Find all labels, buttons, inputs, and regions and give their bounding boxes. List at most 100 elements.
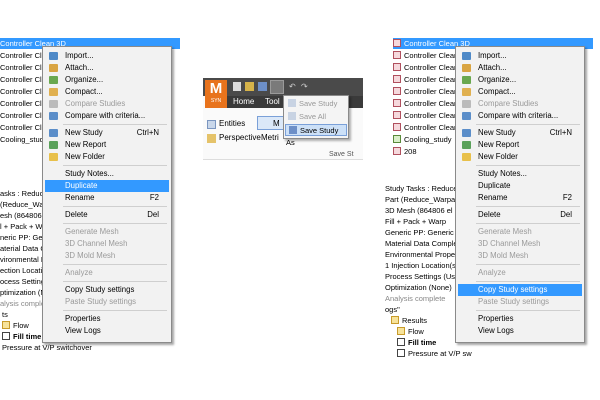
menu-item-analyze[interactable]: Analyze bbox=[458, 267, 582, 279]
menu-item-new-folder[interactable]: New Folder bbox=[458, 151, 582, 163]
menu-separator bbox=[63, 264, 167, 265]
task-row[interactable]: ts bbox=[2, 309, 8, 320]
left-context-menu: Import... Attach... Organize... Compact... C… bbox=[42, 46, 172, 343]
checkbox-icon[interactable] bbox=[397, 349, 405, 357]
save-menu-item[interactable]: Save Study bbox=[285, 98, 347, 110]
menu-separator bbox=[476, 165, 580, 166]
menu-item-import[interactable]: Import... bbox=[458, 50, 582, 62]
menu-item-organize[interactable]: Organize... bbox=[458, 74, 582, 86]
menu-item-delete[interactable]: Delete Del bbox=[458, 209, 582, 221]
menu-item-import[interactable]: Import... bbox=[45, 50, 169, 62]
task-row[interactable]: Pressure at V/P sw bbox=[397, 348, 472, 358]
task-row[interactable]: Environmental Prope bbox=[385, 249, 455, 260]
open-icon[interactable] bbox=[245, 82, 254, 91]
menu-item-new-folder[interactable]: New Folder bbox=[45, 151, 169, 163]
save-dropdown-button[interactable] bbox=[270, 80, 284, 94]
task-row-label: Fill time bbox=[408, 338, 437, 347]
task-row[interactable]: Optimization (None) bbox=[385, 282, 452, 293]
menu-item-new-report[interactable]: New Report bbox=[45, 139, 169, 151]
task-row[interactable]: Fill + Pack + Warp bbox=[385, 216, 446, 227]
save-menu-item[interactable]: Save All Studies bbox=[285, 111, 347, 133]
task-row[interactable]: 3D Mesh (864806 el bbox=[385, 205, 453, 216]
task-row[interactable]: Results bbox=[391, 315, 427, 326]
task-row[interactable]: ogs" bbox=[385, 304, 400, 315]
new-icon[interactable] bbox=[233, 82, 241, 91]
entities-label[interactable]: Entities bbox=[219, 119, 245, 128]
menu-item-new-report[interactable]: New Report bbox=[458, 139, 582, 151]
save-icon[interactable] bbox=[258, 82, 267, 91]
menu-item-generate-mesh[interactable]: Generate Mesh bbox=[458, 226, 582, 238]
menu-item-delete[interactable]: Delete Del bbox=[45, 209, 169, 221]
task-row[interactable]: Pressure at V/P switchover bbox=[2, 342, 92, 353]
menu-item-compact[interactable]: Compact... bbox=[458, 86, 582, 98]
task-row[interactable]: esh (864806 e bbox=[0, 210, 48, 221]
perspective-icon[interactable] bbox=[207, 134, 216, 143]
perspective-label[interactable]: Perspective bbox=[219, 133, 261, 142]
task-row-label: Environmental Prope bbox=[385, 250, 456, 259]
menu-item-view-logs[interactable]: View Logs bbox=[458, 325, 582, 337]
menu-item-study-notes[interactable]: Study Notes... bbox=[45, 168, 169, 180]
menu-item-rename[interactable]: Rename F2 bbox=[45, 192, 169, 204]
measure-button[interactable] bbox=[257, 116, 285, 130]
menu-item-generate-mesh[interactable]: Generate Mesh bbox=[45, 226, 169, 238]
menu-item-label: Rename bbox=[65, 193, 95, 202]
menu-item-attach[interactable]: Attach... bbox=[45, 62, 169, 74]
menu-item-view-logs[interactable]: View Logs bbox=[45, 325, 169, 337]
task-row[interactable]: Flow bbox=[2, 320, 29, 331]
menu-item-compare-studies[interactable]: Compare Studies bbox=[45, 98, 169, 110]
task-row[interactable]: Generic PP: Generic D bbox=[385, 227, 461, 238]
checkbox-icon[interactable] bbox=[397, 338, 405, 346]
task-row[interactable]: Process Settings (User bbox=[385, 271, 462, 282]
study-icon bbox=[393, 63, 401, 71]
menu-item-paste-study-settings[interactable]: Paste Study settings bbox=[45, 296, 169, 308]
task-row[interactable]: Flow bbox=[397, 326, 424, 337]
menu-item-study-notes[interactable]: Study Notes... bbox=[458, 168, 582, 180]
tab-tools[interactable]: Tool bbox=[265, 95, 280, 109]
tab-home[interactable]: Home bbox=[233, 95, 254, 109]
menu-item-label: Compare Studies bbox=[65, 99, 126, 108]
menu-item-copy-study-settings[interactable]: Copy Study settings bbox=[45, 284, 169, 296]
menu-item-new-study[interactable]: New Study Ctrl+N bbox=[45, 127, 169, 139]
menu-item-properties[interactable]: Properties bbox=[45, 313, 169, 325]
menu-item-compare-with-criteria[interactable]: Compare with criteria... bbox=[45, 110, 169, 122]
menu-item-label: Rename bbox=[478, 193, 508, 202]
menu-item-3d-channel-mesh[interactable]: 3D Channel Mesh bbox=[45, 238, 169, 250]
new-report-icon bbox=[49, 141, 58, 149]
checkbox-icon[interactable] bbox=[2, 332, 10, 340]
task-row[interactable]: 1 Injection Location(s) bbox=[385, 260, 458, 271]
undo-icon[interactable]: ↶ bbox=[289, 82, 298, 91]
menu-item-3d-channel-mesh[interactable]: 3D Channel Mesh bbox=[458, 238, 582, 250]
menu-item-paste-study-settings[interactable]: Paste Study settings bbox=[458, 296, 582, 308]
menu-item-organize[interactable]: Organize... bbox=[45, 74, 169, 86]
menu-item-new-study[interactable]: New Study Ctrl+N bbox=[458, 127, 582, 139]
study-icon bbox=[393, 147, 401, 155]
task-row[interactable]: Part (Reduce_Warpag bbox=[385, 194, 459, 205]
app-logo[interactable]: M SYN bbox=[205, 80, 227, 108]
task-row[interactable]: Fill time bbox=[2, 331, 41, 342]
menu-item-compact[interactable]: Compact... bbox=[45, 86, 169, 98]
metrics-label[interactable]: Metri bbox=[261, 133, 279, 142]
menu-item-label: Properties bbox=[65, 314, 101, 323]
menu-item-compare-studies[interactable]: Compare Studies bbox=[458, 98, 582, 110]
menu-item-attach[interactable]: Attach... bbox=[458, 62, 582, 74]
menu-item-duplicate[interactable]: Duplicate bbox=[458, 180, 582, 192]
task-row-label: Part (Reduce_Warpag bbox=[385, 195, 460, 204]
menu-item-label: Paste Study settings bbox=[478, 297, 550, 306]
menu-item-copy-study-settings[interactable]: Copy Study settings bbox=[458, 284, 582, 296]
task-row[interactable]: Fill time bbox=[397, 337, 436, 348]
menu-item-analyze[interactable]: Analyze bbox=[45, 267, 169, 279]
menu-item-3d-mold-mesh[interactable]: 3D Mold Mesh bbox=[458, 250, 582, 262]
task-row-label: 1 Injection Location(s) bbox=[385, 261, 459, 270]
entities-icon[interactable] bbox=[207, 120, 216, 129]
folder-icon bbox=[2, 321, 10, 329]
menu-item-properties[interactable]: Properties bbox=[458, 313, 582, 325]
menu-item-3d-mold-mesh[interactable]: 3D Mold Mesh bbox=[45, 250, 169, 262]
menu-item-rename[interactable]: Rename F2 bbox=[458, 192, 582, 204]
menu-item-compare-with-criteria[interactable]: Compare with criteria... bbox=[458, 110, 582, 122]
menu-item-duplicate[interactable]: Duplicate bbox=[45, 180, 169, 192]
task-row[interactable]: Material Data Comple bbox=[385, 238, 458, 249]
redo-icon[interactable]: ↷ bbox=[301, 82, 310, 91]
task-row[interactable]: Analysis complete bbox=[385, 293, 445, 304]
menu-item-label: Paste Study settings bbox=[65, 297, 137, 306]
save-menu-item[interactable]: Save Study As bbox=[285, 124, 347, 147]
